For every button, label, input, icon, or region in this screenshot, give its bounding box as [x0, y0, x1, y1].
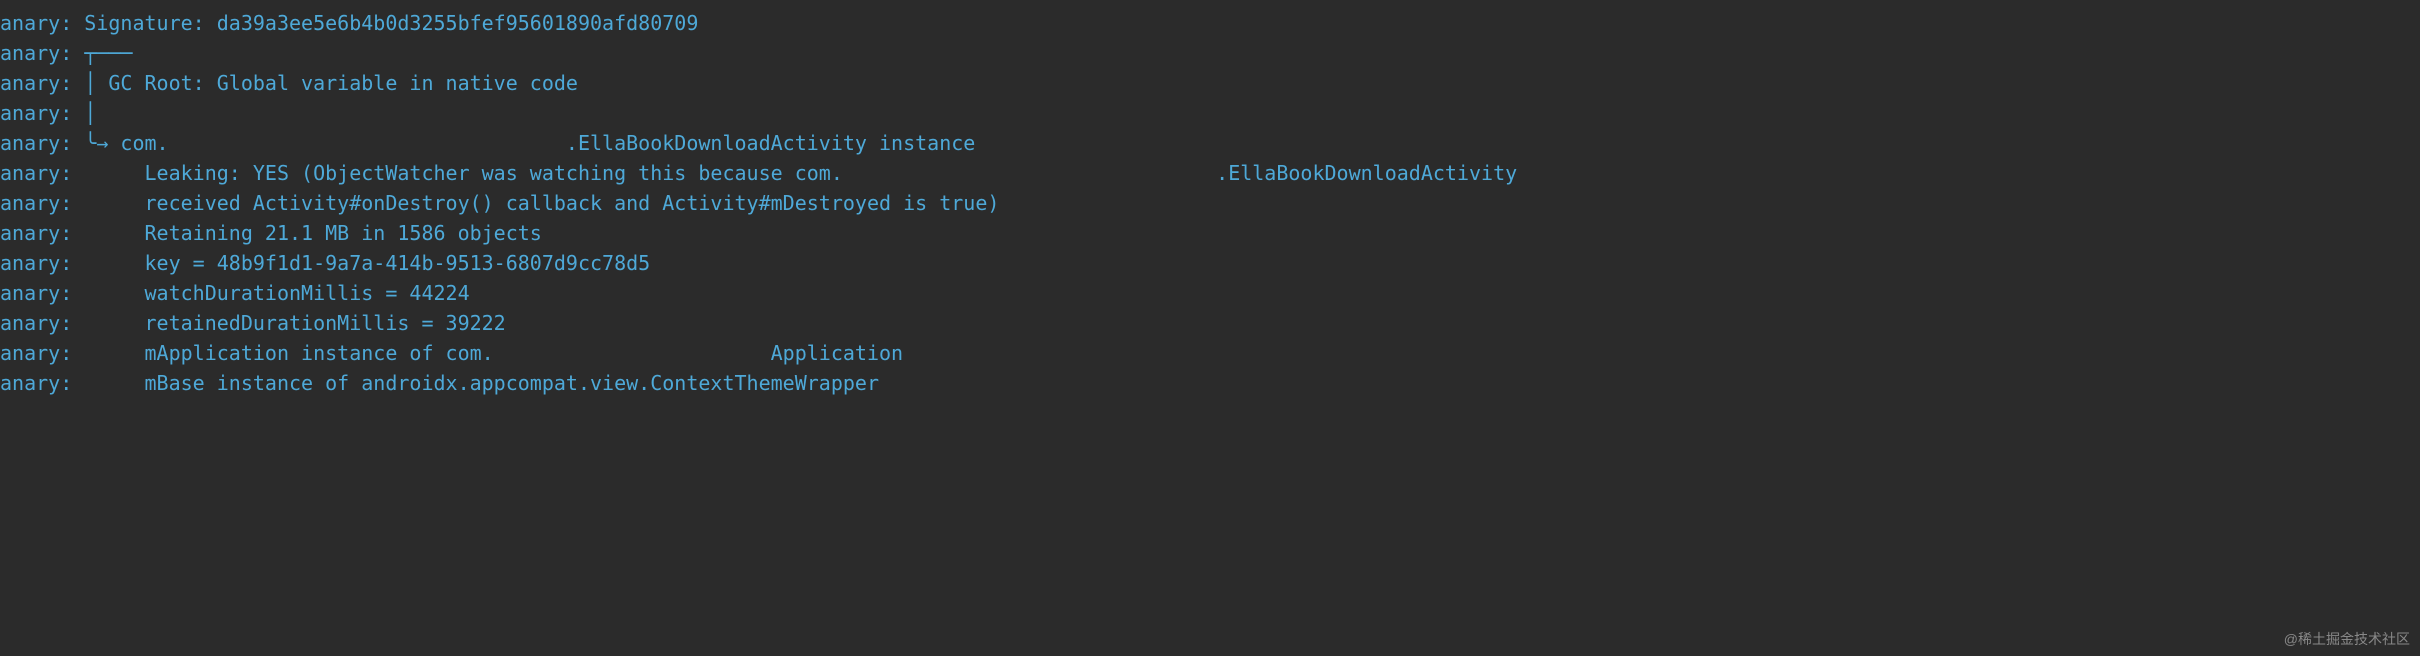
log-line: anary: mBase instance of androidx.appcom…: [0, 368, 2420, 398]
log-text: received Activity#onDestroy() callback a…: [72, 188, 999, 218]
log-line: anary: key = 48b9f1d1-9a7a-414b-9513-680…: [0, 248, 2420, 278]
log-line: anary: received Activity#onDestroy() cal…: [0, 188, 2420, 218]
log-tag: anary:: [0, 98, 72, 128]
log-line: anary: Signature: da39a3ee5e6b4b0d3255bf…: [0, 8, 2420, 38]
log-text: key = 48b9f1d1-9a7a-414b-9513-6807d9cc78…: [72, 248, 650, 278]
log-line: anary: retainedDurationMillis = 39222: [0, 308, 2420, 338]
log-tag: anary:: [0, 38, 72, 68]
log-text: ┬───: [72, 38, 132, 68]
log-tag: anary:: [0, 278, 72, 308]
log-line: anary: │: [0, 98, 2420, 128]
log-line: anary: watchDurationMillis = 44224: [0, 278, 2420, 308]
log-text: │ GC Root: Global variable in native cod…: [72, 68, 578, 98]
log-tag: anary:: [0, 218, 72, 248]
log-text: mApplication instance of com. Applicatio…: [72, 338, 903, 368]
log-line: anary: Retaining 21.1 MB in 1586 objects: [0, 218, 2420, 248]
log-line: anary: ┬───: [0, 38, 2420, 68]
log-text: ╰→ com. .EllaBookDownloadActivity instan…: [72, 128, 975, 158]
log-tag: anary:: [0, 338, 72, 368]
watermark: @稀土掘金技术社区: [2284, 629, 2410, 650]
log-text: retainedDurationMillis = 39222: [72, 308, 505, 338]
log-output: anary: Signature: da39a3ee5e6b4b0d3255bf…: [0, 0, 2420, 406]
log-tag: anary:: [0, 248, 72, 278]
log-tag: anary:: [0, 128, 72, 158]
log-text: │: [72, 98, 96, 128]
log-line: anary: Leaking: YES (ObjectWatcher was w…: [0, 158, 2420, 188]
log-tag: anary:: [0, 308, 72, 338]
log-tag: anary:: [0, 8, 72, 38]
log-text: Signature: da39a3ee5e6b4b0d3255bfef95601…: [72, 8, 698, 38]
log-line: anary: │ GC Root: Global variable in nat…: [0, 68, 2420, 98]
log-text: watchDurationMillis = 44224: [72, 278, 469, 308]
log-tag: anary:: [0, 188, 72, 218]
log-tag: anary:: [0, 368, 72, 398]
log-text: Leaking: YES (ObjectWatcher was watching…: [72, 158, 1517, 188]
log-tag: anary:: [0, 68, 72, 98]
log-text: Retaining 21.1 MB in 1586 objects: [72, 218, 542, 248]
log-text: mBase instance of androidx.appcompat.vie…: [72, 368, 879, 398]
log-line: anary: ╰→ com. .EllaBookDownloadActivity…: [0, 128, 2420, 158]
log-tag: anary:: [0, 158, 72, 188]
log-line: anary: mApplication instance of com. App…: [0, 338, 2420, 368]
